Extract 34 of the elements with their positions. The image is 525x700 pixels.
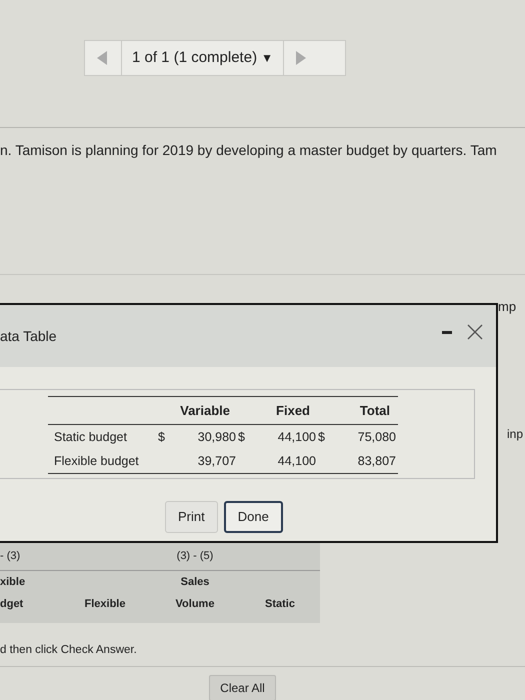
table-cell-text: - (3) [0, 549, 22, 564]
table-cell-text: Static [264, 596, 296, 612]
table-cell-text: Flexible [84, 596, 126, 612]
table-cell-text: Sales [180, 574, 210, 590]
close-icon[interactable] [466, 323, 484, 341]
row-label: Flexible budget [53, 452, 140, 470]
background-text: mp [498, 298, 518, 316]
table-cell-text: 30,980 [198, 428, 236, 446]
table-cell-text: 75,080 [358, 428, 396, 446]
column-header: Variable [179, 402, 231, 420]
dialog-title: ata Table [0, 326, 57, 346]
question-counter[interactable]: 1 of 1 (1 complete) [132, 46, 258, 70]
clear-all-button[interactable]: Clear All [209, 675, 276, 700]
table-cell-text: (3) - (5) [176, 549, 214, 564]
table-cell-text: 44,100 [278, 452, 316, 470]
row-label: Static budget [53, 428, 128, 446]
table-cell-text: Volume [174, 596, 216, 612]
table-cell-text: 83,807 [358, 452, 396, 470]
column-header: Total [358, 402, 391, 420]
dropdown-arrow[interactable]: ▼ [261, 49, 273, 67]
table-cell-text: xible [0, 574, 26, 590]
dialog-button[interactable]: Done [224, 501, 283, 533]
currency-symbol: $ [158, 428, 165, 446]
minimize-icon[interactable] [442, 330, 452, 334]
background-text: inp [507, 426, 524, 442]
instruction-text: d then click Check Answer. [0, 642, 137, 658]
column-header: Fixed [275, 402, 311, 420]
currency-symbol: $ [238, 428, 245, 446]
table-cell-text: dget [0, 596, 24, 612]
table-cell-text: 39,707 [198, 452, 236, 470]
question-text: n. Tamison is planning for 2019 by developing a master budget by quarters. Tam [0, 141, 498, 160]
table-cell-text: 44,100 [278, 428, 316, 446]
currency-symbol: $ [318, 428, 325, 446]
dialog-button[interactable]: Print [165, 501, 218, 533]
